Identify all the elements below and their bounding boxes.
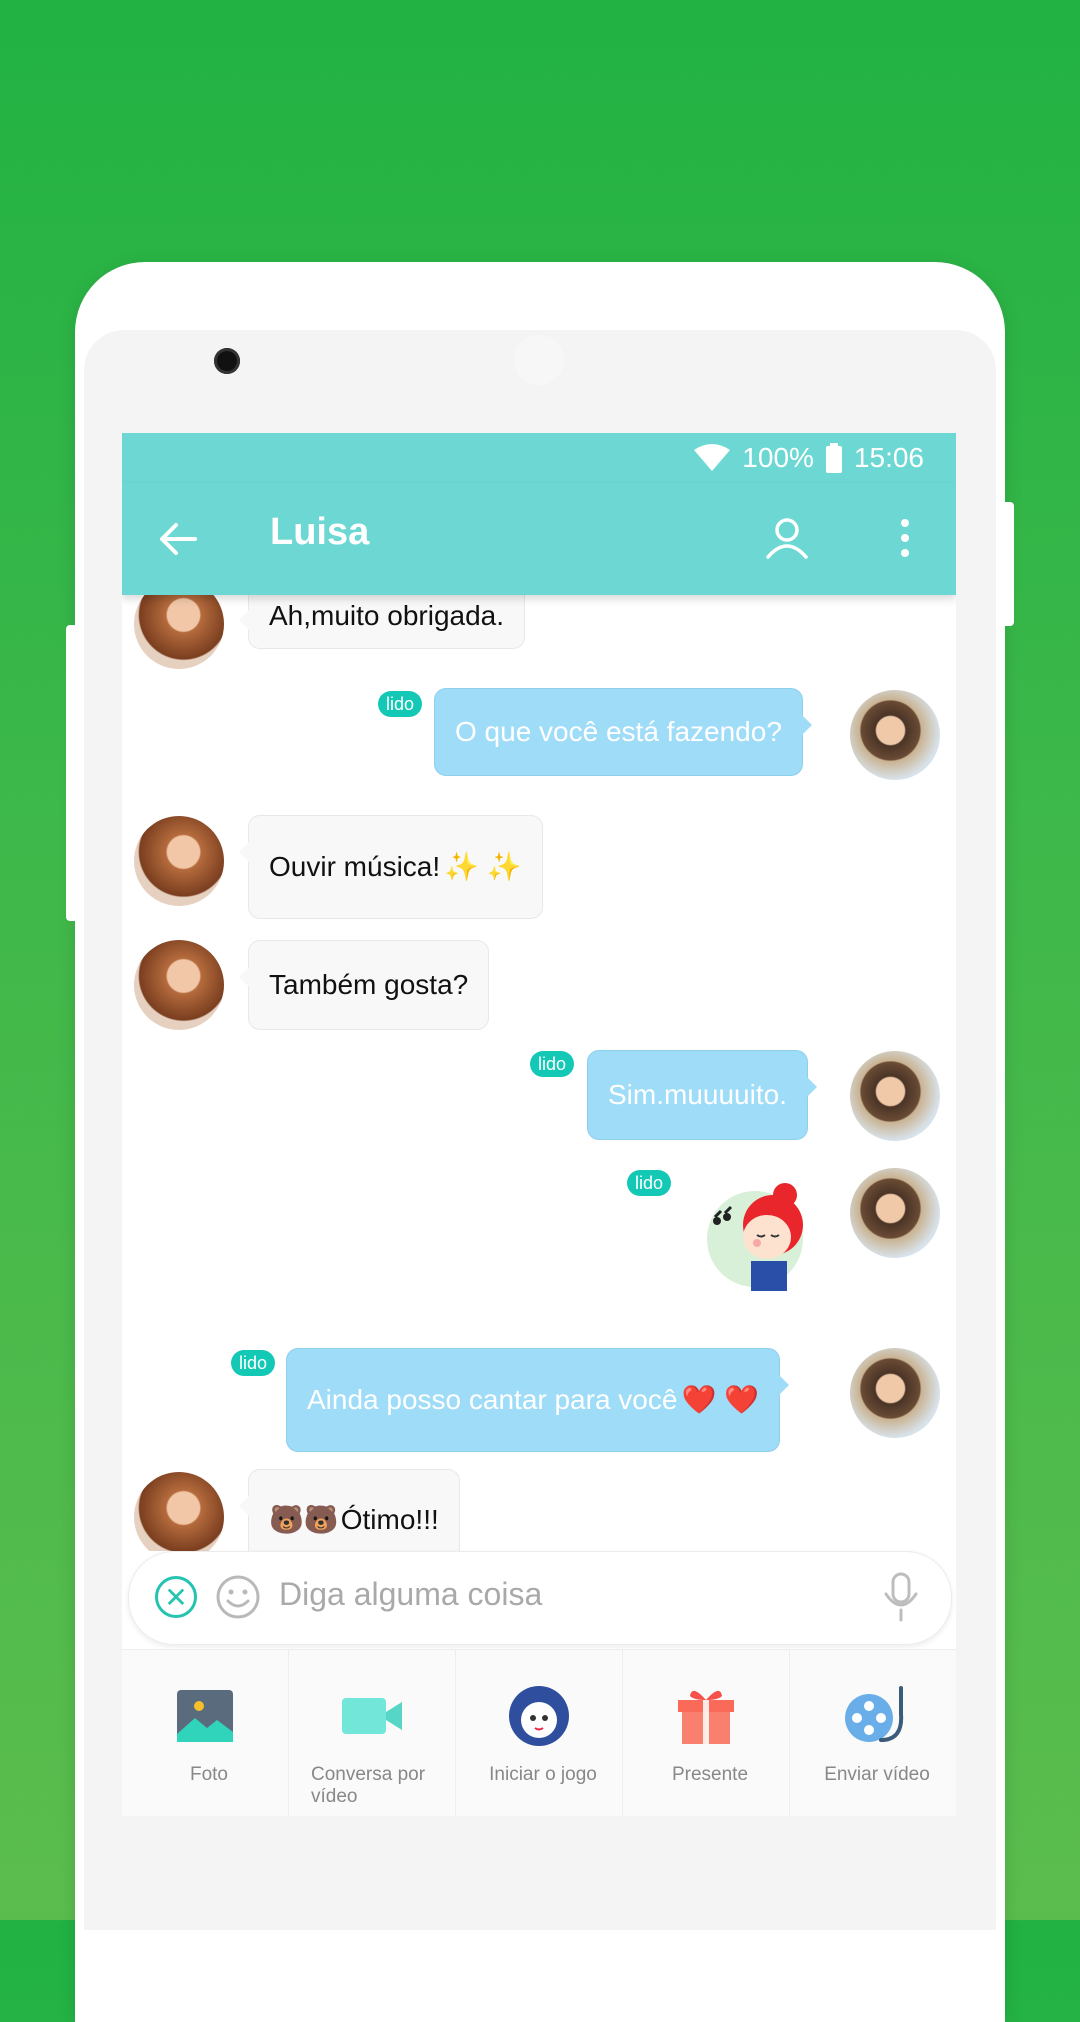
message-list[interactable]: Ah,muito obrigada. lido O que você está …: [122, 595, 956, 1551]
sparkles-icon: ✨ ✨: [444, 851, 522, 882]
sticker-girl-music-icon[interactable]: [705, 1177, 817, 1297]
arrow-left-icon: [160, 523, 197, 555]
avatar-luisa[interactable]: [134, 816, 224, 906]
front-camera: [214, 348, 240, 374]
avatar-me[interactable]: [850, 1051, 940, 1141]
profile-button[interactable]: [762, 513, 812, 563]
power-button: [1002, 502, 1014, 626]
avatar-luisa[interactable]: [134, 595, 224, 669]
clock: 15:06: [853, 442, 924, 473]
gift-button[interactable]: Presente: [623, 1650, 790, 1816]
contact-name: Luisa: [270, 511, 370, 553]
start-game-button[interactable]: Iniciar o jogo: [456, 1650, 623, 1816]
user-icon: [766, 518, 808, 559]
read-badge: lido: [627, 1170, 672, 1196]
status-bar: 100% 15:06: [122, 433, 956, 483]
tool-label: Enviar vídeo: [824, 1764, 930, 1785]
gift-icon: [678, 1690, 734, 1744]
message-text: Ainda posso cantar para você: [307, 1384, 678, 1415]
message-bubble-incoming[interactable]: Também gosta?: [238, 940, 490, 1030]
wifi-icon: [694, 444, 731, 471]
dot-icon: [901, 534, 909, 542]
game-mascot-icon: [509, 1686, 569, 1746]
x-icon: ✕: [164, 1581, 188, 1613]
message-bubble-outgoing[interactable]: O que você está fazendo?: [434, 688, 812, 776]
app-bar: Luisa: [122, 483, 956, 595]
message-text: O que você está fazendo?: [455, 716, 782, 747]
message-text: Ouvir música!: [269, 851, 441, 882]
proximity-sensor: [514, 335, 564, 385]
message-text: Também gosta?: [269, 969, 469, 1000]
read-badge: lido: [231, 1350, 276, 1376]
video-camera-icon: [342, 1698, 402, 1734]
message-bubble-incoming[interactable]: Ouvir música! ✨ ✨: [239, 815, 543, 919]
close-button[interactable]: ✕: [155, 1576, 197, 1618]
hearts-icon: ❤️ ❤️: [681, 1384, 759, 1415]
message-bubble-incoming[interactable]: Ah,muito obrigada.: [238, 595, 526, 649]
film-reel-icon: [845, 1686, 904, 1742]
avatar-me[interactable]: [850, 690, 940, 780]
avatar-me[interactable]: [850, 1168, 940, 1258]
microphone-icon[interactable]: [881, 1572, 921, 1622]
dot-icon: [901, 549, 909, 557]
image-icon: [177, 1690, 233, 1742]
tool-tray: Foto Conversa por vídeo Iniciar o jogo P…: [122, 1649, 956, 1816]
message-text: Ah,muito obrigada.: [269, 600, 505, 631]
tool-label: Iniciar o jogo: [489, 1764, 597, 1785]
back-button[interactable]: [156, 517, 200, 561]
battery-icon: [825, 443, 842, 473]
app-screen: 100% 15:06 Luisa Ah,muito obrigada. lido…: [122, 433, 956, 1816]
message-text: Sim.muuuuito.: [608, 1079, 787, 1110]
avatar-luisa[interactable]: [134, 1472, 224, 1551]
bear-emoji-icon: 🐻🐻: [269, 1504, 339, 1535]
avatar-me[interactable]: [850, 1348, 940, 1438]
tool-label: Presente: [671, 1764, 749, 1785]
photo-button[interactable]: Foto: [122, 1650, 289, 1816]
avatar-luisa[interactable]: [134, 940, 224, 1030]
send-video-button[interactable]: Enviar vídeo: [790, 1650, 956, 1816]
battery-percent: 100%: [742, 442, 814, 473]
tool-label: Conversa por vídeo: [311, 1764, 426, 1807]
more-options-button[interactable]: [890, 513, 920, 563]
tool-label: Foto: [189, 1764, 229, 1785]
read-badge: lido: [530, 1051, 575, 1077]
smiley-icon[interactable]: [215, 1574, 261, 1620]
video-chat-button[interactable]: Conversa por vídeo: [289, 1650, 456, 1816]
message-bubble-outgoing[interactable]: Ainda posso cantar para você ❤️ ❤️: [286, 1348, 789, 1452]
read-badge: lido: [378, 691, 423, 717]
message-bubble-incoming[interactable]: 🐻🐻 Ótimo!!!: [239, 1469, 460, 1551]
message-input-bar[interactable]: ✕ Diga alguma coisa: [128, 1551, 952, 1645]
message-text: Ótimo!!!: [340, 1504, 439, 1535]
dot-icon: [901, 519, 909, 527]
message-bubble-outgoing[interactable]: Sim.muuuuito.: [587, 1050, 817, 1140]
volume-button: [66, 625, 78, 921]
message-input[interactable]: Diga alguma coisa: [279, 1576, 542, 1613]
